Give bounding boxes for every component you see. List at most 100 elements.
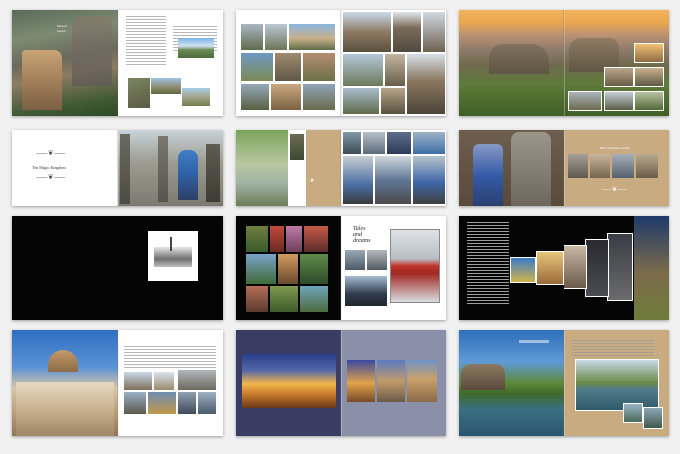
photo-tile: [363, 132, 385, 154]
page-left: ❦: [236, 130, 341, 206]
spine: [340, 330, 342, 436]
photo-tile: [241, 84, 269, 110]
spread-tales-dreams[interactable]: Tales and dreams: [236, 216, 446, 320]
inset-photo: [634, 67, 664, 87]
photo-tile: [265, 24, 287, 50]
page-left: [236, 216, 341, 320]
photo-tile: [387, 132, 411, 154]
flourish-icon: ⸺❦⸺: [36, 173, 66, 181]
couple-photo: [345, 276, 387, 306]
spread-title: Meteora: [57, 24, 67, 28]
landscape-photo: [150, 78, 181, 94]
spread-title: Bali's Enchanted Garden: [600, 146, 630, 150]
inset-photo: [604, 91, 634, 111]
photo-tile: [607, 233, 633, 301]
spread-kerala-backwaters[interactable]: [459, 330, 669, 436]
photo-tile: [375, 156, 411, 204]
houseboat-photo: [461, 364, 505, 390]
photo-tile: [343, 132, 361, 154]
photo-tile: [197, 392, 216, 414]
photo-tile: [643, 407, 663, 429]
photo-tile: [510, 257, 536, 283]
photo-tile: [343, 88, 379, 114]
photo-tile: [343, 156, 373, 204]
spread-mysore-palace[interactable]: [12, 330, 223, 436]
spread-enchanted-garden[interactable]: Bali's Enchanted Garden ⸺❦⸺: [459, 130, 669, 206]
rock-formation-photo: [569, 38, 619, 72]
photo-tile: [623, 403, 643, 423]
page-right: [117, 216, 223, 320]
page-left: [459, 130, 564, 206]
page-right: [564, 330, 669, 436]
rock-pillar-photo: [72, 16, 112, 86]
spine: [340, 10, 342, 116]
photo-tile: [241, 53, 273, 81]
rock-formation-photo: [489, 44, 549, 74]
spread-magic-kingdom[interactable]: ⸺❦⸺ The Magic Kingdom ⸺❦⸺: [12, 130, 223, 206]
flourish-icon: ⸺❦⸺: [602, 186, 628, 193]
family-photo: [177, 150, 198, 200]
photo-tile: [536, 251, 564, 285]
statue-photo: [119, 134, 130, 204]
photo-tile: [612, 154, 634, 178]
spread-caption: Greece: [57, 29, 66, 33]
spine: [340, 216, 342, 320]
spread-night-travel[interactable]: [459, 216, 669, 320]
photo-tile: [270, 226, 284, 252]
photo-tile: [303, 53, 335, 81]
snow-photo: [390, 229, 440, 303]
photo-tile: [300, 254, 328, 284]
page-left: [236, 330, 341, 436]
photo-tile: [393, 12, 421, 52]
spread-theme-park[interactable]: ❦: [236, 130, 446, 206]
photo-tile: [407, 360, 437, 402]
photo-tile: [564, 245, 587, 289]
page-left: [459, 330, 564, 436]
photo-tile: [345, 250, 365, 270]
photo-tile: [246, 286, 268, 312]
tan-panel: [306, 130, 341, 206]
spread-black-city[interactable]: [12, 216, 223, 320]
page-left: [236, 10, 341, 116]
spread-title: The Magic Kingdom: [32, 165, 66, 170]
night-street-photo: [634, 216, 669, 320]
rock-photo: [127, 78, 150, 108]
photo-tile: [153, 372, 174, 390]
stage-photo: [236, 130, 288, 206]
palace-night-photo: [242, 354, 336, 408]
page-right: [117, 130, 223, 206]
photo-tile: [300, 286, 328, 312]
photo-tile: [275, 53, 301, 81]
tower-silhouette: [169, 237, 172, 251]
spine: [563, 330, 565, 436]
page-left: Meteora Greece: [12, 10, 118, 116]
spread-meteora-monastery[interactable]: Meteora Greece: [12, 10, 223, 116]
page-left: [12, 330, 118, 436]
photo-tile: [568, 154, 588, 178]
photo-tile: [241, 24, 263, 50]
spine: [340, 130, 342, 206]
page-right: Tales and dreams: [341, 216, 446, 320]
palace-facade: [16, 382, 114, 436]
spine: [116, 130, 119, 206]
page-right: [341, 330, 446, 436]
body-text-block: [467, 222, 509, 306]
flourish-icon: ⸺❦⸺: [36, 149, 66, 157]
body-text-block: [123, 346, 216, 370]
family-photo: [473, 144, 503, 206]
valley-photo: [177, 38, 214, 58]
spread-title: [519, 340, 549, 343]
photo-tile: [407, 54, 445, 114]
inset-photo: [604, 67, 634, 87]
page-right: [564, 216, 669, 320]
road-photo: [181, 88, 210, 106]
photo-tile: [303, 84, 335, 110]
spread-meteora-collage[interactable]: [236, 10, 446, 116]
photo-tile: [290, 134, 304, 160]
photo-tile: [343, 54, 383, 86]
body-text-block: [572, 340, 654, 356]
spread-palace-night[interactable]: [236, 330, 446, 436]
photo-tile: [343, 12, 391, 52]
photo-tile: [304, 226, 328, 252]
spread-meteora-panorama[interactable]: [459, 10, 669, 116]
